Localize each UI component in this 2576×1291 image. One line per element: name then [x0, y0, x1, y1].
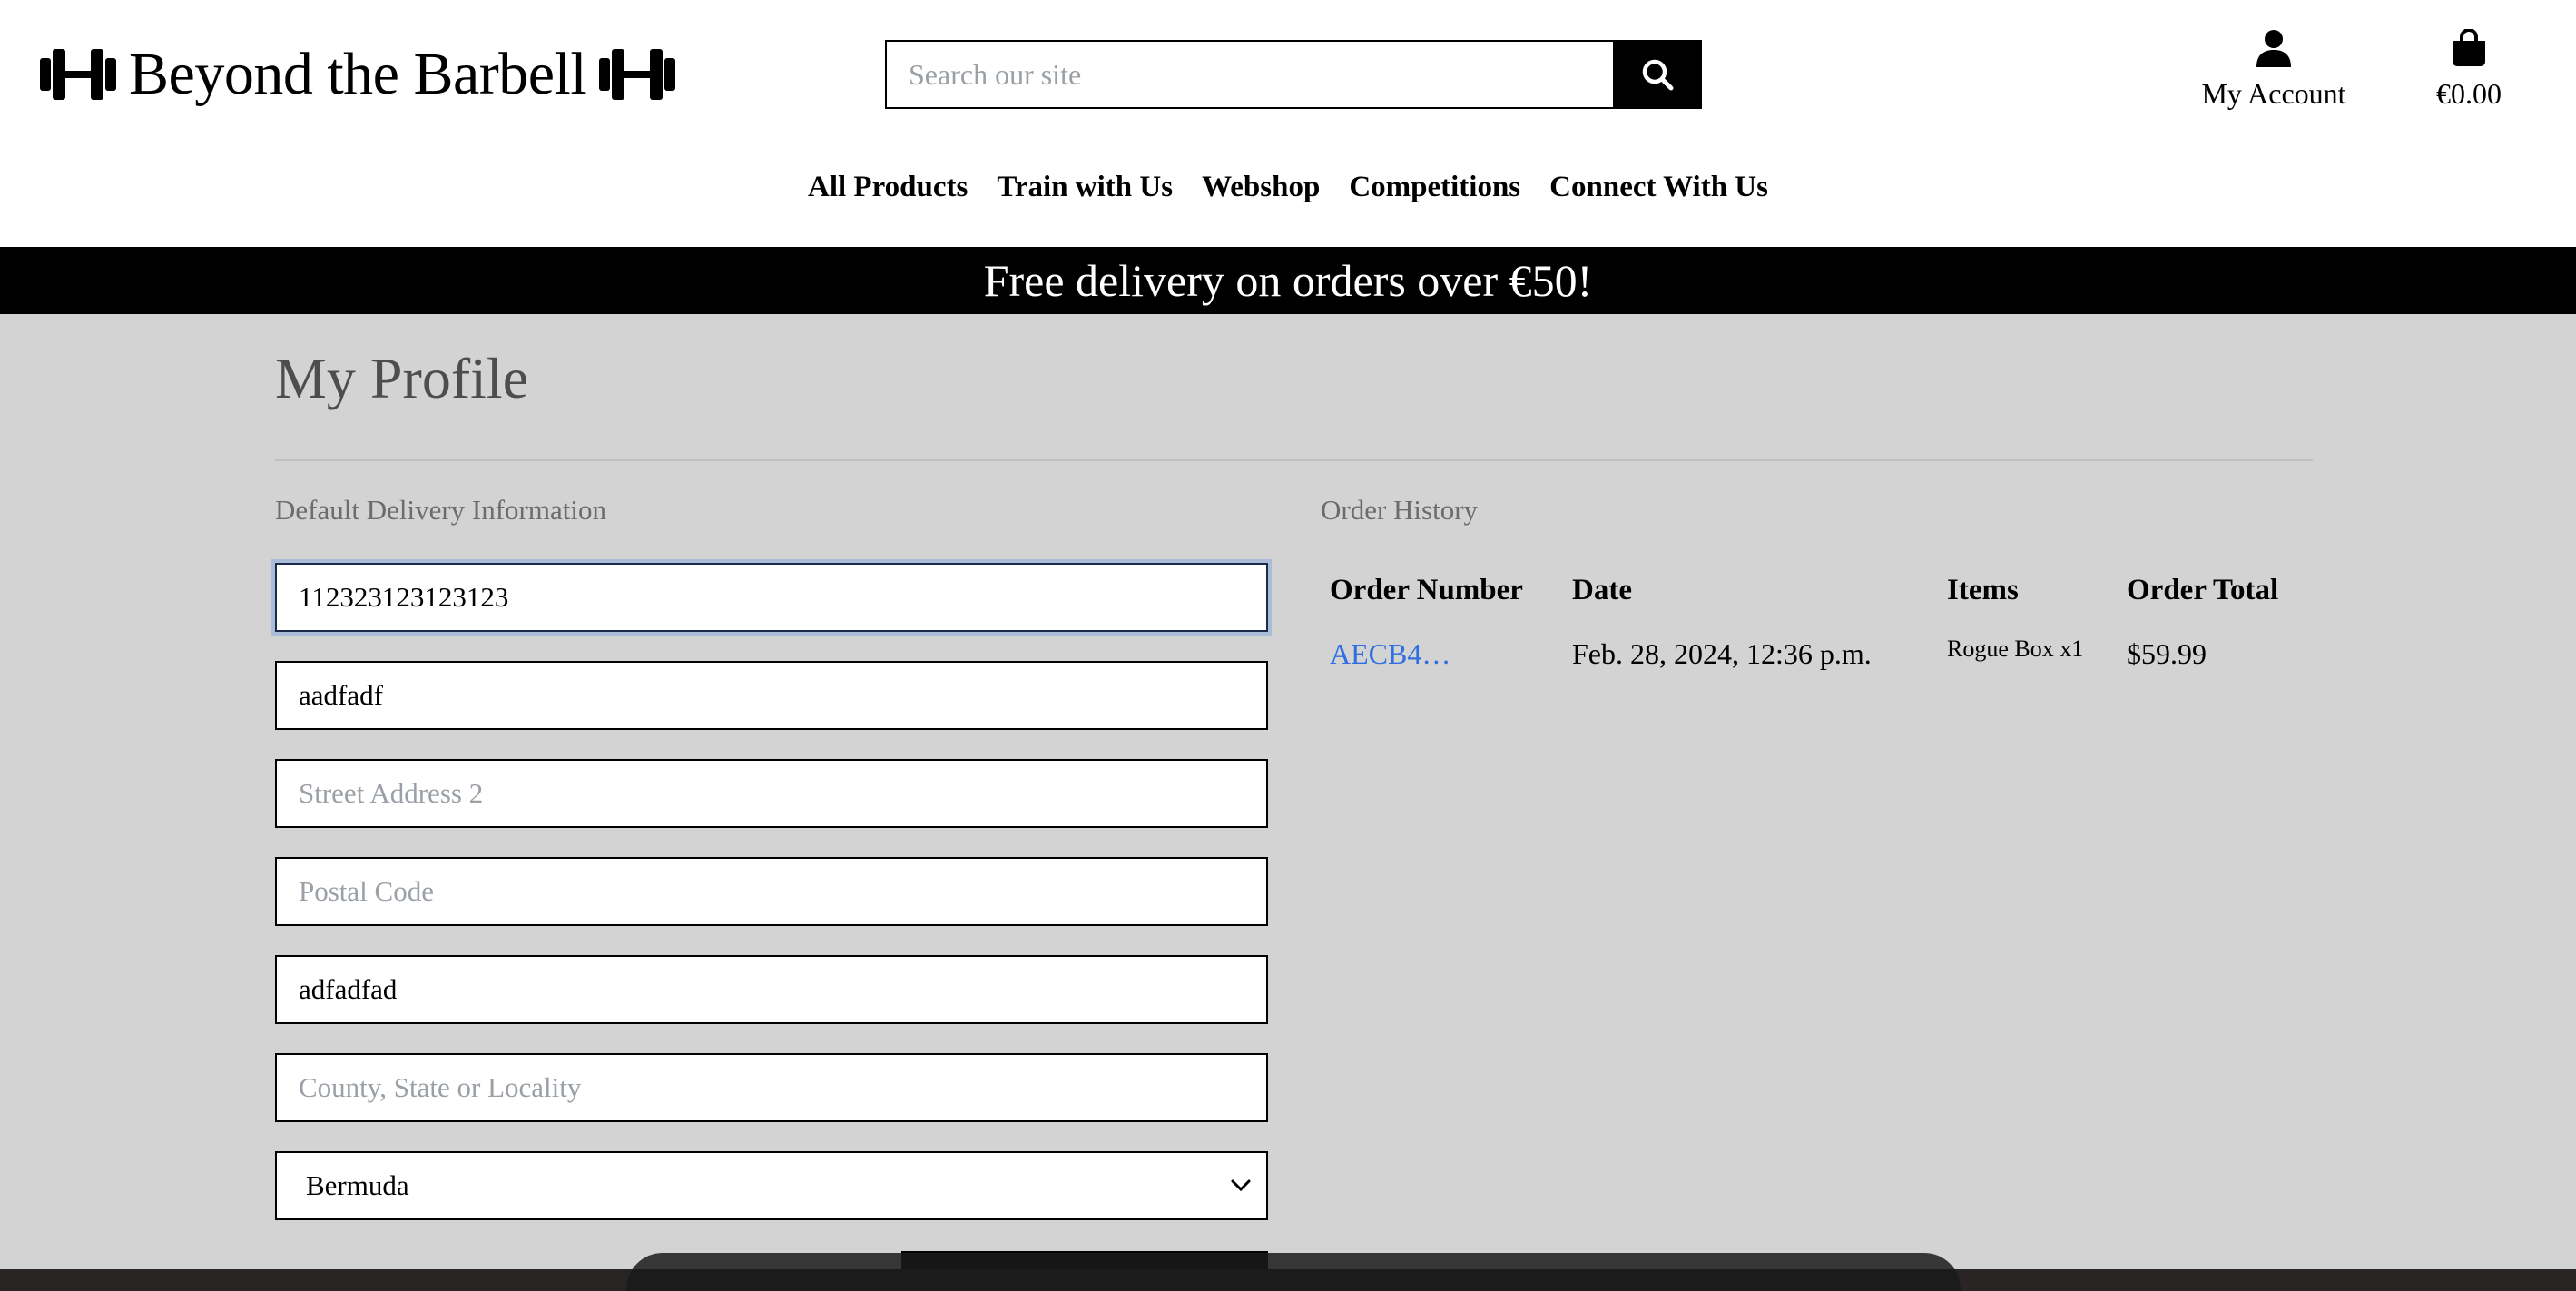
search-form [885, 40, 1702, 109]
search-input[interactable] [885, 40, 1613, 109]
town-city-field[interactable] [275, 955, 1268, 1024]
logo-text: Beyond the Barbell [129, 41, 587, 107]
column-header-order-total: Order Total [2127, 574, 2279, 606]
order-date: Feb. 28, 2024, 12:36 p.m. [1572, 637, 1872, 670]
search-button[interactable] [1613, 40, 1702, 109]
bag-total: €0.00 [2436, 77, 2502, 110]
county-field[interactable] [275, 1053, 1268, 1122]
country-select[interactable]: Bermuda [275, 1151, 1268, 1220]
nav-train-with-us[interactable]: Train with Us [997, 171, 1173, 204]
main-nav: All Products Train with Us Webshop Compe… [0, 171, 2576, 204]
delivery-banner: Free delivery on orders over €50! [0, 247, 2576, 314]
page-title: My Profile [275, 346, 529, 410]
order-history-label: Order History [1321, 494, 1479, 526]
shopping-bag-icon [2453, 28, 2485, 66]
column-header-order-number: Order Number [1330, 574, 1523, 606]
site-header: Beyond the Barbell My Account € [0, 0, 2576, 247]
nav-competitions[interactable]: Competitions [1349, 171, 1520, 204]
site-logo[interactable]: Beyond the Barbell [40, 31, 676, 118]
delivery-info-label: Default Delivery Information [275, 494, 606, 526]
my-account-label: My Account [2201, 77, 2346, 110]
dumbbell-icon [599, 49, 676, 100]
user-icon [2256, 30, 2291, 67]
dumbbell-icon [40, 49, 116, 100]
nav-webshop[interactable]: Webshop [1202, 171, 1320, 204]
my-account-link[interactable]: My Account [2201, 29, 2346, 111]
street-address-1-field[interactable] [275, 661, 1268, 730]
shopping-bag-link[interactable]: €0.00 [2424, 28, 2514, 111]
search-icon [1642, 59, 1674, 91]
phone-number-field[interactable] [275, 563, 1268, 632]
delivery-banner-text: Free delivery on orders over €50! [983, 255, 1593, 306]
order-total: $59.99 [2127, 637, 2207, 670]
column-header-date: Date [1572, 574, 1632, 606]
street-address-2-field[interactable] [275, 759, 1268, 828]
nav-connect-with-us[interactable]: Connect With Us [1549, 171, 1768, 204]
country-select-value: Bermuda [306, 1169, 409, 1201]
postal-code-field[interactable] [275, 857, 1268, 926]
nav-all-products[interactable]: All Products [808, 171, 968, 204]
column-header-items: Items [1947, 574, 2019, 606]
order-items: Rogue Box x1 [1947, 636, 2084, 662]
chevron-down-icon [1231, 1179, 1251, 1192]
dock [626, 1253, 1961, 1291]
divider [275, 459, 2313, 461]
order-number-link[interactable]: AECB4… [1330, 637, 1450, 671]
